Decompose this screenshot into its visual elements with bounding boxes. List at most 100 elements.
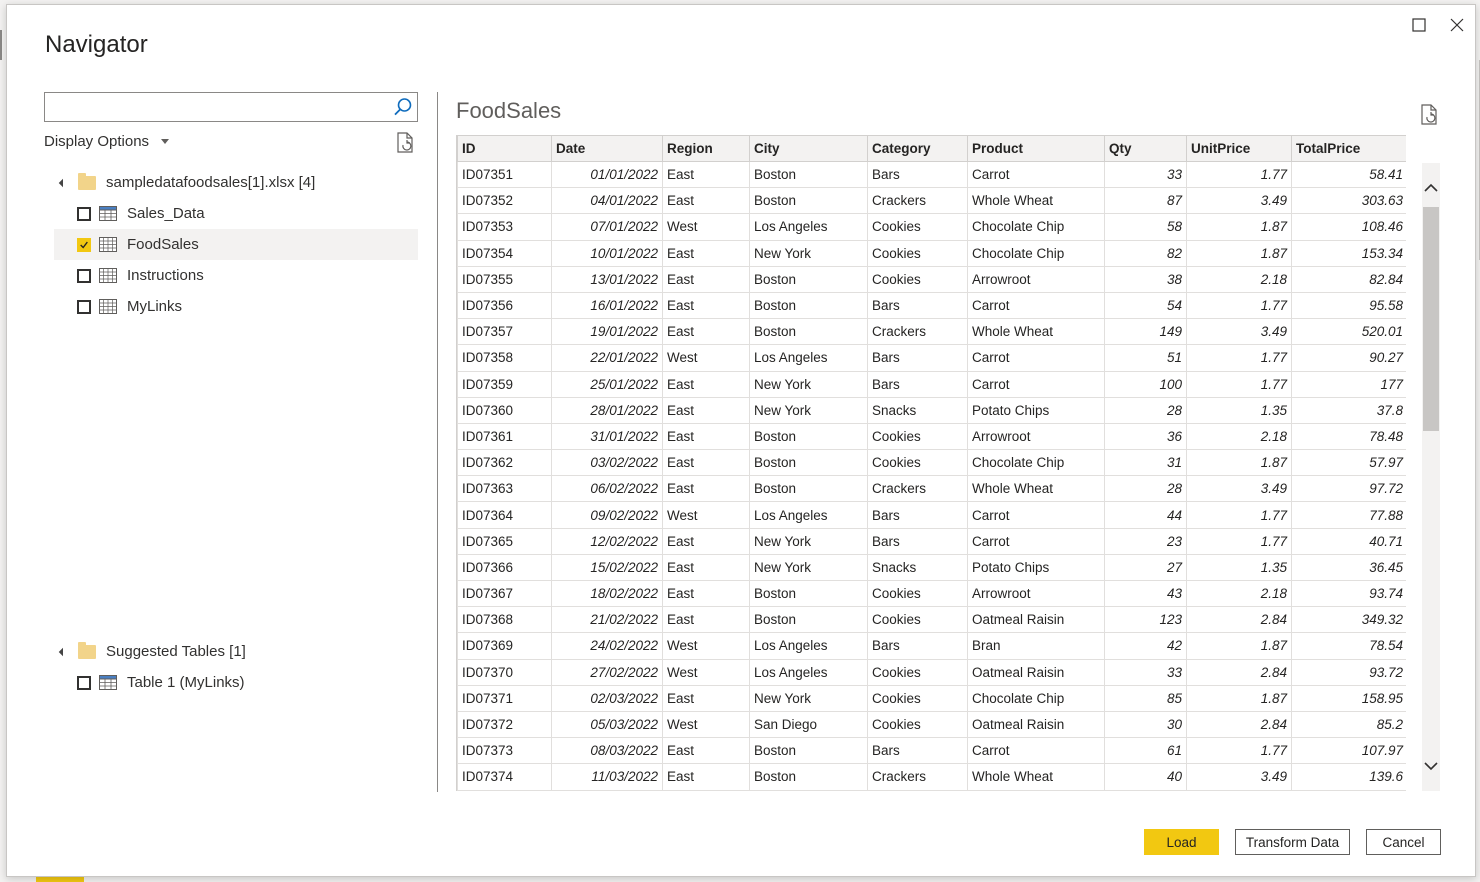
column-header[interactable]: Date [551, 135, 663, 162]
tree-item-foodsales[interactable]: FoodSales [54, 229, 418, 260]
column-header[interactable]: ID [457, 135, 552, 162]
table-cell: 36 [1104, 422, 1187, 451]
suggested-root-label: Suggested Tables [1] [106, 643, 246, 660]
vertical-scrollbar[interactable] [1422, 163, 1440, 791]
table-cell: East [662, 606, 750, 634]
pane-divider[interactable] [437, 92, 438, 792]
table-cell: 19/01/2022 [551, 318, 663, 346]
table-cell: 123 [1104, 606, 1187, 634]
table-cell: 28/01/2022 [551, 396, 663, 424]
table-cell: 1.87 [1186, 213, 1292, 241]
column-header[interactable]: Category [867, 135, 968, 162]
tree-root-workbook[interactable]: sampledatafoodsales[1].xlsx [4] [54, 167, 418, 198]
column-header[interactable]: City [749, 135, 868, 162]
tree-item-sales-data[interactable]: Sales_Data [54, 198, 418, 229]
search-input[interactable] [45, 93, 385, 121]
table-cell: 520.01 [1291, 318, 1406, 346]
table-cell: Boston [749, 160, 868, 189]
table-cell: 31 [1104, 449, 1187, 477]
table-cell: ID07354 [457, 239, 552, 267]
table-cell: Cookies [867, 422, 968, 451]
scroll-down-button[interactable] [1424, 759, 1438, 773]
checkbox[interactable] [77, 268, 91, 283]
table-cell: East [662, 684, 750, 712]
column-header[interactable]: Region [662, 135, 750, 162]
table-cell: Boston [749, 318, 868, 346]
table-cell: ID07358 [457, 344, 552, 372]
background-edge-right [1476, 60, 1480, 260]
table-cell: 100 [1104, 370, 1187, 398]
table-cell: 349.32 [1291, 606, 1406, 634]
checkbox[interactable] [77, 206, 91, 221]
tree-root-label: sampledatafoodsales[1].xlsx [4] [106, 174, 316, 191]
transform-data-button[interactable]: Transform Data [1235, 829, 1350, 855]
refresh-file-icon[interactable] [1419, 104, 1439, 126]
table-cell: West [662, 710, 750, 739]
table-cell: 28 [1104, 475, 1187, 503]
expand-arrow-icon[interactable] [54, 178, 72, 187]
cancel-button[interactable]: Cancel [1366, 829, 1441, 855]
table-row: ID07364 09/02/2022 West Los Angeles Bars Carr… [457, 501, 1406, 529]
table-cell: 3.49 [1186, 475, 1292, 503]
table-cell: ID07365 [457, 527, 552, 555]
table-cell: 01/01/2022 [551, 160, 663, 189]
table-cell: ID07353 [457, 213, 552, 241]
table-row: ID07361 31/01/2022 East Boston Cookies Arrowr… [457, 422, 1406, 451]
table-cell: 2.18 [1186, 265, 1292, 293]
tree-item-table1[interactable]: Table 1 (MyLinks) [54, 667, 418, 698]
tree-item-label: Instructions [127, 267, 204, 284]
table-cell: ID07359 [457, 370, 552, 398]
table-cell: Cookies [867, 606, 968, 634]
close-button[interactable] [1445, 13, 1469, 37]
preview-title: FoodSales [456, 98, 562, 123]
table-cell: East [662, 396, 750, 424]
table-cell: 87 [1104, 187, 1187, 215]
refresh-file-icon[interactable] [395, 132, 415, 154]
table-row: ID07360 28/01/2022 East New York Snacks Potat… [457, 396, 1406, 424]
column-header[interactable]: Qty [1104, 135, 1187, 162]
display-options-dropdown[interactable]: Display Options [44, 133, 170, 150]
table-cell: 95.58 [1291, 291, 1406, 320]
table-cell: 2.18 [1186, 422, 1292, 451]
table-cell: 1.77 [1186, 291, 1292, 320]
table-cell: 21/02/2022 [551, 606, 663, 634]
column-header[interactable]: Product [967, 135, 1105, 162]
scroll-up-button[interactable] [1424, 181, 1438, 195]
table-cell: East [662, 187, 750, 215]
load-button[interactable]: Load [1144, 829, 1219, 855]
tree-root-suggested[interactable]: Suggested Tables [1] [54, 636, 418, 667]
table-row: ID07367 18/02/2022 East Boston Cookies Arrowr… [457, 579, 1406, 608]
table-cell: 85 [1104, 684, 1187, 712]
table-cell: Cookies [867, 213, 968, 241]
table-cell: 82.84 [1291, 265, 1406, 293]
expand-arrow-icon[interactable] [54, 647, 72, 656]
table-header-row: ID Date Region City Category Product Qty UnitPr… [457, 135, 1406, 162]
table-cell: 36.45 [1291, 553, 1406, 582]
search-icon[interactable] [393, 97, 413, 117]
tree-item-instructions[interactable]: Instructions [54, 260, 418, 291]
table-cell: 27 [1104, 553, 1187, 582]
table-cell: 11/03/2022 [551, 763, 663, 791]
table-cell: East [662, 475, 750, 503]
table-cell: 177 [1291, 370, 1406, 398]
maximize-icon [1412, 18, 1426, 32]
table-cell: 15/02/2022 [551, 553, 663, 582]
table-row: ID07371 02/03/2022 East New York Cookies Choc… [457, 684, 1406, 712]
tree-item-mylinks[interactable]: MyLinks [54, 291, 418, 322]
column-header[interactable]: TotalPrice [1291, 135, 1406, 162]
checkbox[interactable] [77, 299, 91, 314]
table-cell: Arrowroot [967, 422, 1105, 451]
table-cell: 42 [1104, 632, 1187, 660]
table-row: ID07356 16/01/2022 East Boston Bars Carrot 54 1… [457, 291, 1406, 320]
table-cell: ID07362 [457, 449, 552, 477]
table-cell: ID07368 [457, 606, 552, 634]
column-header[interactable]: UnitPrice [1186, 135, 1292, 162]
scroll-thumb[interactable] [1423, 207, 1439, 431]
maximize-button[interactable] [1407, 13, 1431, 37]
checkbox[interactable] [77, 675, 91, 690]
table-cell: Bars [867, 160, 968, 189]
checkbox-checked[interactable] [77, 237, 91, 252]
table-cell: Boston [749, 737, 868, 765]
table-cell: East [662, 449, 750, 477]
table-cell: East [662, 318, 750, 346]
